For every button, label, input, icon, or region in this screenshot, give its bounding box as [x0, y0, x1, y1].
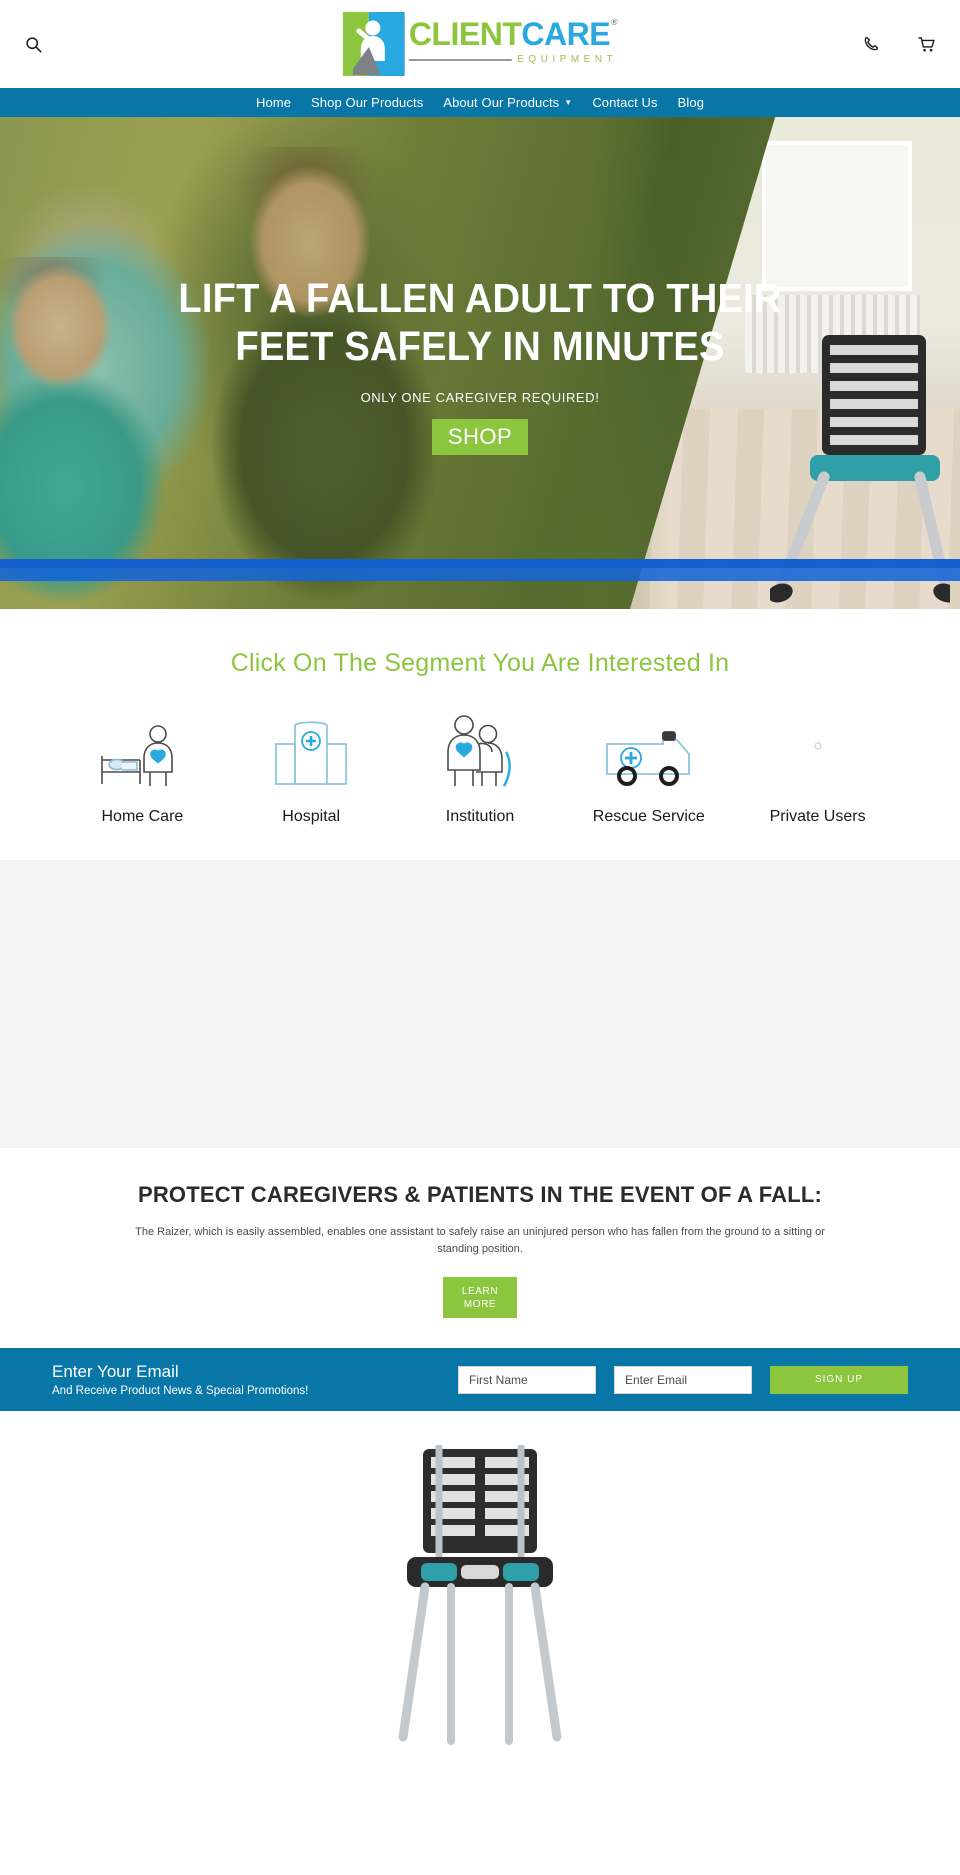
email-input[interactable]	[614, 1365, 752, 1394]
phone-icon[interactable]	[860, 33, 882, 55]
segment-label: Institution	[445, 808, 515, 825]
site-logo[interactable]: CLIENT CARE ® EQUIPMENT	[342, 12, 618, 76]
header-right-tools	[860, 33, 938, 55]
protect-section: PROTECT CAREGIVERS & PATIENTS IN THE EVE…	[0, 1148, 960, 1348]
sign-up-button[interactable]: SIGN UP	[770, 1365, 908, 1394]
segment-institution[interactable]: Institution	[396, 712, 565, 826]
segment-label: Rescue Service	[592, 808, 705, 825]
nav-item-blog[interactable]: Blog	[668, 95, 714, 110]
segments-title: Click On The Segment You Are Interested …	[230, 649, 730, 677]
institution-icon	[434, 712, 526, 790]
cart-icon[interactable]	[916, 33, 938, 55]
nav-item-home[interactable]: Home	[246, 95, 301, 110]
hero-content: LIFT A FALLEN ADULT TO THEIR FEET SAFELY…	[0, 275, 960, 456]
private-users-icon	[778, 712, 858, 790]
site-header: CLIENT CARE ® EQUIPMENT	[0, 0, 960, 88]
learn-more-line-two: MORE	[463, 1298, 497, 1310]
logo-tagline: EQUIPMENT	[517, 54, 618, 65]
raizer-chair-image	[398, 1445, 562, 1745]
newsletter-subheading: And Receive Product News & Special Promo…	[52, 1384, 309, 1397]
hospital-icon	[268, 712, 354, 790]
segment-hospital[interactable]: Hospital	[227, 712, 396, 826]
learn-more-line-one: LEARN	[461, 1285, 499, 1297]
ambulance-icon	[601, 712, 697, 790]
newsletter-copy: Enter Your Email And Receive Product New…	[52, 1362, 308, 1396]
hero-title: LIFT A FALLEN ADULT TO THEIR FEET SAFELY…	[178, 275, 782, 369]
segment-label: Private Users	[769, 808, 866, 825]
segment-home-care[interactable]: Home Care	[58, 712, 227, 826]
segment-label: Hospital	[282, 808, 341, 825]
segment-rescue-service[interactable]: Rescue Service	[564, 712, 733, 826]
segment-list: Home Care Hospital Institution Rescue Se…	[0, 712, 960, 826]
home-care-icon	[96, 712, 188, 790]
logo-word-client: CLIENT	[408, 16, 522, 52]
logo-mark-icon	[342, 12, 405, 76]
product-showcase	[0, 1411, 960, 1751]
nav-item-about-our-products[interactable]: About Our Products ▼	[433, 95, 582, 110]
segment-private-users[interactable]: Private Users	[733, 712, 902, 826]
nav-label: Blog	[677, 95, 705, 110]
newsletter-signup-bar: Enter Your Email And Receive Product New…	[0, 1348, 960, 1411]
search-icon[interactable]	[22, 33, 44, 55]
chevron-down-icon: ▼	[564, 97, 573, 107]
hero-shop-button[interactable]: SHOP	[432, 419, 528, 456]
header-left-tools	[22, 33, 44, 55]
hero-banner: LIFT A FALLEN ADULT TO THEIR FEET SAFELY…	[0, 117, 960, 609]
newsletter-heading: Enter Your Email	[52, 1362, 179, 1382]
nav-label: Home	[255, 95, 292, 110]
video-placeholder-block[interactable]	[0, 860, 960, 1148]
nav-label: Contact Us	[592, 95, 658, 110]
nav-label: Shop Our Products	[311, 95, 424, 110]
hero-subtitle: ONLY ONE CAREGIVER REQUIRED!	[360, 390, 600, 406]
hero-stripe	[0, 559, 960, 581]
protect-title: PROTECT CAREGIVERS & PATIENTS IN THE EVE…	[137, 1182, 823, 1207]
nav-item-shop-our-products[interactable]: Shop Our Products	[301, 95, 433, 110]
protect-description: The Raizer, which is easily assembled, e…	[135, 1226, 825, 1255]
nav-label: About Our Products	[443, 95, 560, 110]
learn-more-button[interactable]: LEARN MORE	[443, 1277, 517, 1318]
logo-registered-mark: ®	[611, 17, 618, 27]
segments-section: Click On The Segment You Are Interested …	[0, 609, 960, 860]
logo-word-care: CARE	[521, 16, 611, 52]
nav-item-contact-us[interactable]: Contact Us	[582, 95, 667, 110]
logo-rule	[408, 58, 513, 61]
first-name-input[interactable]	[458, 1365, 596, 1394]
segment-label: Home Care	[101, 808, 184, 825]
main-navigation: Home Shop Our Products About Our Product…	[0, 88, 960, 117]
